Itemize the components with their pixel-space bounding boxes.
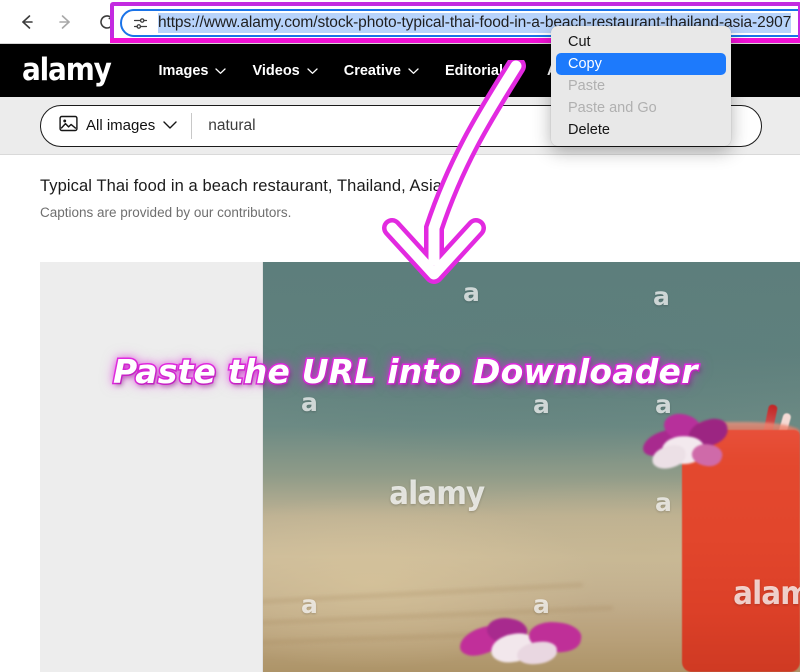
context-menu: Cut Copy Paste Paste and Go Delete	[551, 26, 731, 146]
annotation-callout-text: Paste the URL into Downloader	[112, 352, 699, 391]
watermark-letter: a	[301, 388, 318, 417]
watermark-word: alamy	[733, 574, 800, 612]
search-type-label: All images	[86, 117, 156, 134]
chevron-down-icon	[163, 117, 177, 135]
nav-label: Videos	[252, 62, 300, 79]
context-menu-item-cut[interactable]: Cut	[556, 31, 726, 53]
alamy-logo[interactable]: alamy	[22, 55, 112, 86]
watermark-letter: a	[655, 488, 672, 517]
orchid-flower-on-table	[455, 613, 603, 670]
nav-item-images[interactable]: Images	[158, 62, 227, 79]
image-icon	[59, 115, 78, 137]
chevron-down-icon	[215, 63, 227, 79]
context-menu-item-paste: Paste	[568, 78, 606, 94]
tune-sliders-icon[interactable]	[130, 13, 150, 33]
back-button[interactable]	[10, 5, 44, 39]
search-input[interactable]: natural	[208, 117, 255, 135]
search-divider	[191, 112, 193, 139]
watermark-word: alamy	[389, 474, 485, 512]
orchid-flower-garnish	[639, 408, 732, 476]
watermark-letter: a	[301, 590, 318, 619]
forward-arrow-icon	[55, 12, 75, 32]
nav-label: Images	[158, 62, 209, 79]
context-menu-item-copy[interactable]: Copy	[556, 53, 726, 75]
watermark-letter: a	[653, 282, 670, 311]
nav-item-videos[interactable]: Videos	[252, 62, 318, 79]
screenshot-root: https://www.alamy.com/stock-photo-typica…	[0, 0, 800, 672]
forward-button[interactable]	[48, 5, 82, 39]
curved-down-arrow-icon	[330, 56, 530, 330]
context-menu-item-paste-and-go: Paste and Go	[568, 100, 657, 116]
context-menu-item-delete[interactable]: Delete	[556, 119, 726, 141]
image-placeholder-pane	[40, 262, 263, 672]
search-type-dropdown[interactable]: All images	[41, 115, 191, 137]
watermark-letter: a	[533, 590, 550, 619]
chevron-down-icon	[307, 63, 318, 79]
back-arrow-icon	[17, 12, 37, 32]
watermark-letter: a	[533, 390, 550, 419]
watermark-letter: a	[655, 390, 672, 419]
